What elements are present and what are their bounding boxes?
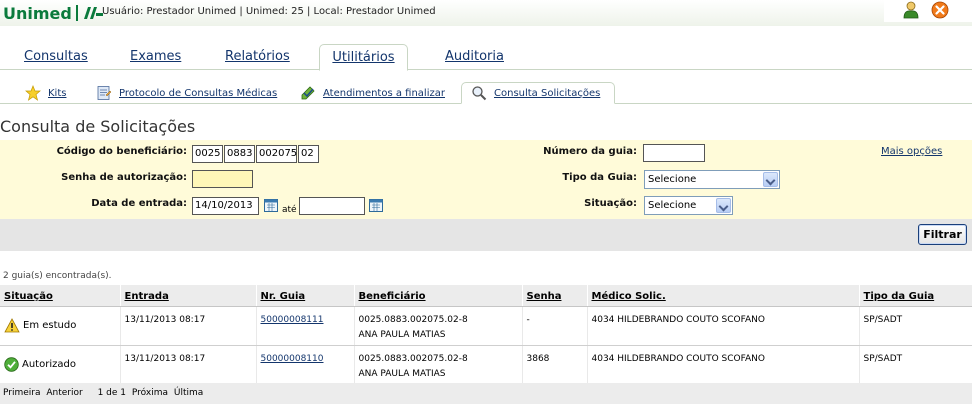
col-senha[interactable]: Senha xyxy=(522,285,588,307)
page-title: Consulta de Solicitações xyxy=(0,117,196,136)
col-entrada[interactable]: Entrada xyxy=(120,285,257,307)
table-row: Em estudo 13/11/2013 08:17 50000008111 0… xyxy=(0,306,972,346)
col-beneficiario[interactable]: Beneficiário xyxy=(354,285,523,307)
magnifier-icon xyxy=(472,86,487,101)
subtab-kits[interactable]: Kits xyxy=(25,83,66,103)
cell-tipo-guia: SP/SADT xyxy=(859,345,972,385)
situacao-label: Situação: xyxy=(584,198,637,209)
cell-entrada: 13/11/2013 08:17 xyxy=(120,345,257,385)
tab-auditoria[interactable]: Auditoria xyxy=(445,44,504,71)
user-info: Usuário: Prestador Unimed | Unimed: 25 |… xyxy=(102,6,436,17)
pager-next[interactable]: Próxima xyxy=(132,388,168,398)
beneficiario-name: ANA PAULA MATIAS xyxy=(358,329,446,340)
logo-text: Unimed xyxy=(3,3,72,23)
subtab-consulta-solicitacoes[interactable]: Consulta Solicitações xyxy=(461,82,616,104)
subtab-protocolo[interactable]: Protocolo de Consultas Médicas xyxy=(96,83,277,103)
col-medico[interactable]: Médico Solic. xyxy=(587,285,860,307)
subtab-kits-label: Kits xyxy=(48,87,67,99)
col-tipo-guia[interactable]: Tipo da Guia xyxy=(859,285,972,307)
beneficiario-code: 0025.0883.002075.02-8 xyxy=(358,353,468,364)
cell-tipo-guia: SP/SADT xyxy=(859,306,972,346)
beneficiario-carteira-field[interactable]: 0883 xyxy=(224,145,255,163)
calendar-icon[interactable] xyxy=(264,198,278,212)
senha-label: Senha de autorização: xyxy=(61,172,187,183)
beneficiario-dependente-field[interactable]: 02 xyxy=(298,145,319,163)
check-icon xyxy=(4,357,19,372)
beneficiario-code: 0025.0883.002075.02-8 xyxy=(358,314,468,325)
cell-medico: 4034 HILDEBRANDO COUTO SCOFANO xyxy=(587,306,860,346)
pager-info: 1 de 1 xyxy=(97,388,127,398)
star-icon xyxy=(25,85,41,101)
subtab-atendimentos-label: Atendimentos a finalizar xyxy=(323,87,445,99)
mais-opcoes-link[interactable]: Mais opções xyxy=(881,146,942,157)
beneficiario-name: ANA PAULA MATIAS xyxy=(358,368,446,379)
cell-senha: 3868 xyxy=(522,345,588,385)
tipo-guia-label: Tipo da Guia: xyxy=(562,172,637,183)
results-table: Situação Entrada Nr. Guia Beneficiário S… xyxy=(0,285,972,385)
guia-link[interactable]: 50000008111 xyxy=(261,315,324,325)
action-bar: Filtrar xyxy=(0,219,972,251)
table-row: Autorizado 13/11/2013 08:17 50000008110 … xyxy=(0,345,972,385)
user-profile-icon[interactable] xyxy=(902,1,920,19)
chevron-down-icon xyxy=(763,172,778,187)
data-inicio-field[interactable]: 14/10/2013 xyxy=(192,197,259,215)
tipo-guia-select[interactable]: Selecione xyxy=(644,170,780,189)
tipo-guia-value: Selecione xyxy=(648,174,697,185)
beneficiario-familia-field[interactable]: 002075 xyxy=(256,145,297,163)
numero-guia-label: Número da guia: xyxy=(543,146,637,157)
cell-situacao: Autorizado xyxy=(0,345,121,385)
subtab-consulta-label: Consulta Solicitações xyxy=(494,87,601,99)
unimed-logo: Unimed xyxy=(3,3,104,23)
pagination: Primeira Anterior 1 de 1 Próxima Última xyxy=(0,383,972,404)
warning-icon xyxy=(4,318,20,333)
pencil-check-icon xyxy=(301,86,315,100)
app-header: Unimed Usuário: Prestador Unimed | Unime… xyxy=(0,0,972,26)
subtab-protocolo-label: Protocolo de Consultas Médicas xyxy=(119,87,278,99)
pager-prev[interactable]: Anterior xyxy=(46,388,82,398)
col-nr-guia[interactable]: Nr. Guia xyxy=(256,285,355,307)
tab-relatorios[interactable]: Relatórios xyxy=(225,44,290,71)
situacao-text: Em estudo xyxy=(23,320,77,331)
logout-close-icon[interactable] xyxy=(931,1,949,19)
cell-entrada: 13/11/2013 08:17 xyxy=(120,306,257,346)
main-nav: Consultas Exames Relatórios Utilitários … xyxy=(0,40,972,71)
numero-guia-field[interactable] xyxy=(643,144,705,162)
result-count: 2 guia(s) encontrada(s). xyxy=(3,271,112,281)
chevron-down-icon xyxy=(716,198,731,213)
situacao-select[interactable]: Selecione xyxy=(644,196,733,215)
filter-panel: Código do beneficiário: 0025 0883 002075… xyxy=(0,140,972,219)
tab-utilitarios[interactable]: Utilitários xyxy=(319,44,408,71)
cell-situacao: Em estudo xyxy=(0,306,121,346)
tab-consultas[interactable]: Consultas xyxy=(24,44,88,71)
beneficiario-label: Código do beneficiário: xyxy=(56,146,187,157)
cell-nr-guia: 50000008110 xyxy=(256,345,355,385)
beneficiario-unimed-field[interactable]: 0025 xyxy=(192,145,223,163)
cell-beneficiario: 0025.0883.002075.02-8 ANA PAULA MATIAS xyxy=(354,306,523,346)
pager-first[interactable]: Primeira xyxy=(3,388,41,398)
guia-link[interactable]: 50000008110 xyxy=(261,354,324,364)
situacao-value: Selecione xyxy=(648,200,697,211)
cell-beneficiario: 0025.0883.002075.02-8 ANA PAULA MATIAS xyxy=(354,345,523,385)
sub-nav: Kits Protocolo de Consultas Médicas Aten… xyxy=(0,71,972,104)
cell-senha: - xyxy=(522,306,588,346)
senha-autorizacao-field[interactable] xyxy=(192,170,253,188)
data-fim-field[interactable] xyxy=(299,197,365,215)
calendar-icon[interactable] xyxy=(369,198,383,212)
data-entrada-label: Data de entrada: xyxy=(91,198,187,209)
clipboard-icon xyxy=(97,86,112,100)
table-header-row: Situação Entrada Nr. Guia Beneficiário S… xyxy=(0,285,972,307)
cell-nr-guia: 50000008111 xyxy=(256,306,355,346)
filtrar-button[interactable]: Filtrar xyxy=(918,224,967,245)
pager-last[interactable]: Última xyxy=(174,388,203,398)
unimed-symbol-icon xyxy=(83,7,103,19)
cell-medico: 4034 HILDEBRANDO COUTO SCOFANO xyxy=(587,345,860,385)
situacao-text: Autorizado xyxy=(22,359,76,370)
ate-label: até xyxy=(282,205,297,215)
col-situacao[interactable]: Situação xyxy=(0,285,121,307)
header-actions xyxy=(884,0,972,22)
subtab-atendimentos[interactable]: Atendimentos a finalizar xyxy=(300,83,445,103)
tab-exames[interactable]: Exames xyxy=(130,44,181,71)
